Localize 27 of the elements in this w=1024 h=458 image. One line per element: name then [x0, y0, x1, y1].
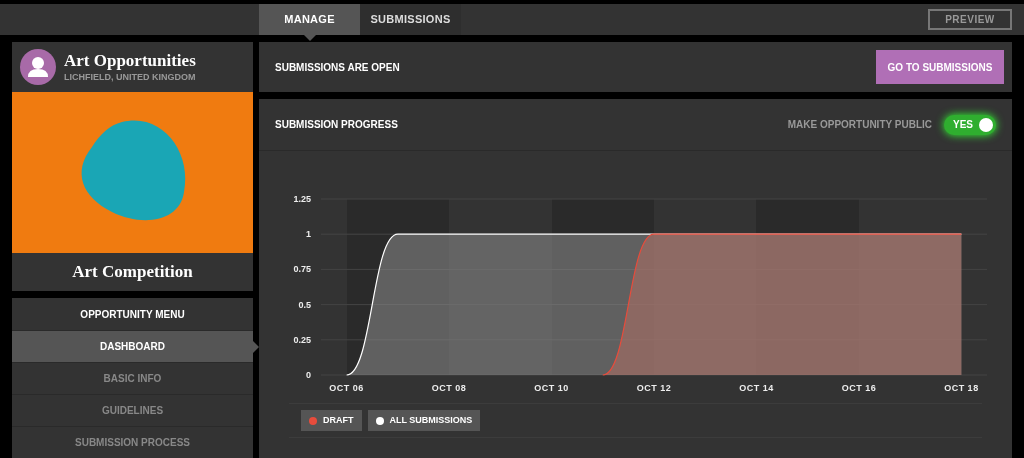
y-tick-label: 0.75	[293, 264, 311, 275]
menu-heading: OPPORTUNITY MENU	[79, 307, 186, 322]
x-tick-label: OCT 14	[739, 383, 774, 393]
avatar-icon	[20, 49, 56, 85]
opportunity-title: Art Competition	[12, 253, 253, 291]
y-tick-label: 1	[306, 229, 311, 240]
profile-location: LICHFIELD, UNITED KINGDOM	[64, 70, 196, 84]
status-text: SUBMISSIONS ARE OPEN	[275, 60, 400, 75]
y-tick-label: 0	[306, 370, 311, 380]
y-tick-label: 0.5	[298, 299, 311, 310]
y-tick-label: 1.25	[293, 194, 311, 204]
profile-name: Art Opportunities	[64, 49, 196, 71]
x-tick-label: OCT 10	[534, 383, 569, 393]
legend-button[interactable]: ALL SUBMISSIONS	[367, 410, 481, 431]
public-label: MAKE OPPORTUNITY PUBLIC	[787, 118, 932, 132]
x-tick-label: OCT 12	[636, 383, 672, 393]
y-tick-label: 0.25	[293, 334, 311, 345]
legend-button[interactable]: DRAFT	[301, 410, 362, 431]
x-tick-label: OCT 16	[841, 383, 877, 393]
go-to-submissions-button[interactable]: GO TO SUBMISSIONS	[876, 50, 1004, 84]
preview-button[interactable]: PREVIEW	[928, 9, 1012, 30]
nav-tab[interactable]: SUBMISSIONS	[360, 4, 461, 35]
public-toggle[interactable]: YES	[944, 114, 996, 135]
x-tick-label: OCT 08	[431, 383, 467, 393]
x-tick-label: OCT 18	[944, 383, 979, 393]
x-tick-label: OCT 06	[329, 383, 364, 393]
progress-title: SUBMISSION PROGRESS	[275, 118, 398, 132]
